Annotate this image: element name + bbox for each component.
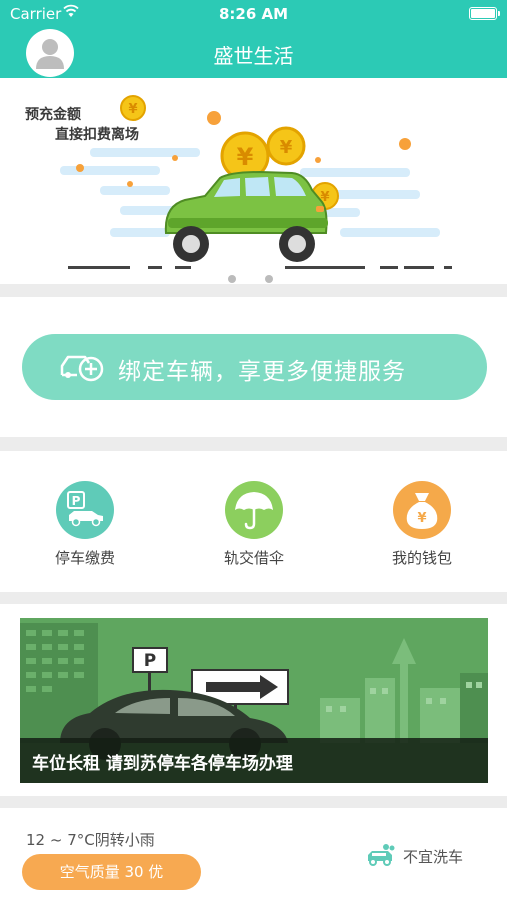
service-umbrella-rental[interactable]: 轨交借伞 bbox=[189, 481, 319, 568]
umbrella-icon bbox=[225, 481, 283, 539]
banner-headline: 预充金额 bbox=[25, 107, 81, 123]
svg-text:P: P bbox=[72, 494, 81, 508]
car-wash-advice: 不宜洗车 bbox=[403, 848, 464, 866]
temperature-text: 12 ~ 7°C阴转小雨 bbox=[26, 831, 155, 849]
car-wash-icon bbox=[366, 843, 396, 871]
ad-section: P 车位长租 请到苏停车各停车场办理 bbox=[0, 604, 507, 796]
clock: 8:26 AM bbox=[218, 5, 289, 23]
banner-subline: 直接扣费离场 bbox=[55, 127, 139, 143]
bind-vehicle-button[interactable]: 绑定车辆，享更多便捷服务 bbox=[22, 334, 487, 400]
carousel-indicator[interactable] bbox=[228, 268, 302, 284]
service-label: 停车缴费 bbox=[54, 549, 115, 567]
service-parking-payment[interactable]: P 停车缴费 bbox=[20, 481, 150, 568]
nav-bar: 盛世生活 bbox=[0, 28, 507, 78]
svg-text:P: P bbox=[144, 651, 156, 671]
service-label: 轨交借伞 bbox=[223, 549, 284, 567]
svg-text:¥: ¥ bbox=[417, 511, 426, 526]
page-title: 盛世生活 bbox=[213, 44, 294, 68]
status-bar: Carrier 8:26 AM bbox=[0, 0, 507, 28]
parking-car-icon: P bbox=[56, 481, 114, 539]
bind-vehicle-label: 绑定车辆，享更多便捷服务 bbox=[118, 359, 406, 385]
service-my-wallet[interactable]: ¥ 我的钱包 bbox=[357, 481, 487, 568]
bind-vehicle-section: 绑定车辆，享更多便捷服务 bbox=[0, 297, 507, 437]
promo-banner[interactable]: ¥ ¥ ¥ ¥ 预充金额 直接扣费离场 bbox=[0, 78, 507, 284]
service-label: 我的钱包 bbox=[391, 549, 452, 567]
money-bag-icon: ¥ bbox=[393, 481, 451, 539]
battery-icon bbox=[469, 7, 500, 20]
svg-text:¥: ¥ bbox=[128, 102, 137, 117]
carousel-dot[interactable] bbox=[265, 275, 273, 283]
svg-text:¥: ¥ bbox=[237, 143, 254, 171]
long-term-parking-ad[interactable]: P 车位长租 请到苏停车各停车场办理 bbox=[20, 618, 488, 783]
car-add-icon bbox=[59, 349, 105, 389]
weather-section: 12 ~ 7°C阴转小雨 空气质量 30 优 不宜洗车 bbox=[0, 808, 507, 900]
service-grid: P 停车缴费 轨交借伞 ¥ 我的钱包 bbox=[0, 451, 507, 592]
air-quality-badge: 空气质量 30 优 bbox=[22, 854, 201, 890]
carousel-dot[interactable] bbox=[228, 275, 236, 283]
ad-caption: 车位长租 请到苏停车各停车场办理 bbox=[32, 754, 293, 774]
svg-text:¥: ¥ bbox=[280, 137, 293, 158]
